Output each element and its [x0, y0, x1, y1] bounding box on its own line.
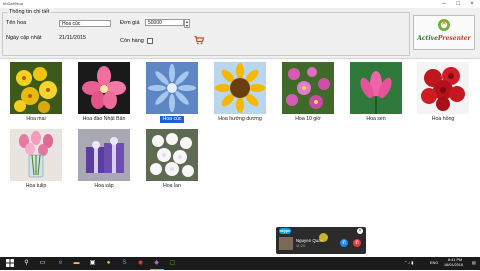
blue-daisy-icon: [146, 62, 198, 114]
clock-date[interactable]: 16/01/2016: [444, 263, 463, 268]
price-stepper[interactable]: ▲ ▼: [184, 19, 190, 28]
purple-gift-boxes-icon: [78, 129, 130, 181]
flower-caption[interactable]: Hoa hướng dương: [210, 116, 270, 123]
in-stock-checkbox[interactable]: [147, 38, 153, 44]
name-label: Tên hoa: [6, 20, 27, 26]
popup-close-button[interactable]: ×: [357, 228, 363, 234]
maximize-icon[interactable]: □: [451, 0, 465, 8]
flower-caption[interactable]: Hoa sen: [346, 116, 406, 123]
flower-image-hoa-cuc[interactable]: [146, 62, 198, 114]
app-window-icon[interactable]: ▢: [168, 259, 177, 268]
mouse-cursor-highlight: [319, 233, 328, 242]
skype-logo-icon: skype: [279, 228, 291, 234]
hang-up-icon: ✆: [354, 240, 360, 246]
windows-start-icon[interactable]: [5, 259, 14, 268]
store-icon[interactable]: ▣: [88, 259, 97, 268]
flower-caption[interactable]: Hoa 10 giờ: [278, 116, 338, 123]
caller-avatar: [279, 237, 293, 250]
flower-caption[interactable]: Hoa lan: [142, 183, 202, 190]
search-icon[interactable]: ⚲: [22, 259, 31, 268]
skype-taskbar-icon[interactable]: S: [120, 259, 129, 268]
flower-image-hoa-sap[interactable]: [78, 129, 130, 181]
flower-image-hoa-dao-nhat-ban[interactable]: [78, 62, 130, 114]
cart-icon[interactable]: [194, 35, 204, 45]
red-roses-icon: [417, 62, 469, 114]
accept-call-button[interactable]: ✆: [340, 239, 348, 247]
flower-caption[interactable]: Hoa mai: [6, 116, 66, 123]
price-input[interactable]: 50000: [145, 19, 184, 26]
flower-image-hoa-sen[interactable]: [350, 62, 402, 114]
activepresenter-logo-icon: [438, 19, 450, 31]
window-title: bhDaHHoa: [3, 1, 23, 6]
flower-image-hoa-lan[interactable]: [146, 129, 198, 181]
flower-name-input[interactable]: Hoa cúc: [59, 20, 111, 27]
pink-moss-rose-icon: [282, 62, 334, 114]
yellow-apricot-blossom-icon: [10, 62, 62, 114]
flower-image-hoa-huong-duong[interactable]: [214, 62, 266, 114]
chrome-icon[interactable]: ●: [104, 259, 113, 268]
decline-call-button[interactable]: ✆: [353, 239, 361, 247]
task-view-icon[interactable]: ▭: [38, 259, 47, 268]
flower-image-hoa-hong[interactable]: [417, 62, 469, 114]
detail-group: Thông tin chi tiết Tên hoa Hoa cúc Đơn g…: [2, 9, 410, 56]
pink-lotus-icon: [350, 62, 402, 114]
notifications-icon[interactable]: ▤: [472, 261, 476, 266]
date-value: 21/11/2015: [59, 35, 87, 41]
edge-browser-icon[interactable]: e: [56, 259, 65, 268]
close-icon[interactable]: ×: [465, 0, 479, 8]
detail-panel: Thông tin chi tiết Tên hoa Hoa cúc Đơn g…: [0, 8, 480, 59]
watermark-text: ActivePresenter: [414, 35, 474, 42]
minimize-icon[interactable]: –: [437, 0, 451, 8]
flower-caption-selected[interactable]: Hoa cúc: [160, 116, 184, 123]
group-title: Thông tin chi tiết: [7, 9, 52, 16]
white-orchids-icon: [146, 129, 198, 181]
flower-image-hoa-10-gio[interactable]: [282, 62, 334, 114]
phone-icon: ✆: [341, 240, 347, 246]
flower-caption[interactable]: Hoa hồng: [413, 116, 473, 123]
flower-caption[interactable]: Hoa đào Nhật Bản: [72, 116, 136, 123]
tulip-bouquet-icon: [10, 129, 62, 181]
file-explorer-icon[interactable]: ▬: [72, 259, 81, 268]
activepresenter-taskbar-icon[interactable]: ◉: [136, 259, 145, 268]
taskbar: ⚲ ▭ e ▬ ▣ ● S ◉ ◆ ▢ ⌃ ♪ ▮ ENG 8:41 PM 16…: [0, 257, 480, 270]
activepresenter-watermark: ActivePresenter: [413, 15, 475, 50]
price-label: Đơn giá: [120, 20, 140, 26]
visual-studio-icon[interactable]: ◆: [152, 259, 161, 268]
flower-image-hoa-mai[interactable]: [10, 62, 62, 114]
date-label: Ngày cập nhật: [6, 35, 42, 41]
call-time: 11:24: [296, 244, 305, 248]
watermark-brand-b: Presenter: [437, 35, 471, 42]
tray-icons[interactable]: ⌃ ♪ ▮: [404, 261, 413, 266]
pink-cherry-blossom-icon: [78, 62, 130, 114]
watermark-brand-a: Active: [417, 35, 438, 42]
flower-caption[interactable]: Hoa tulip: [6, 183, 66, 190]
sunflower-icon: [214, 62, 266, 114]
language-indicator[interactable]: ENG: [430, 261, 438, 266]
flower-caption[interactable]: Hoa sáp: [74, 183, 134, 190]
chevron-down-icon[interactable]: ▼: [185, 24, 189, 28]
in-stock-label: Còn hàng: [120, 38, 144, 44]
flower-image-hoa-tulip[interactable]: [10, 129, 62, 181]
